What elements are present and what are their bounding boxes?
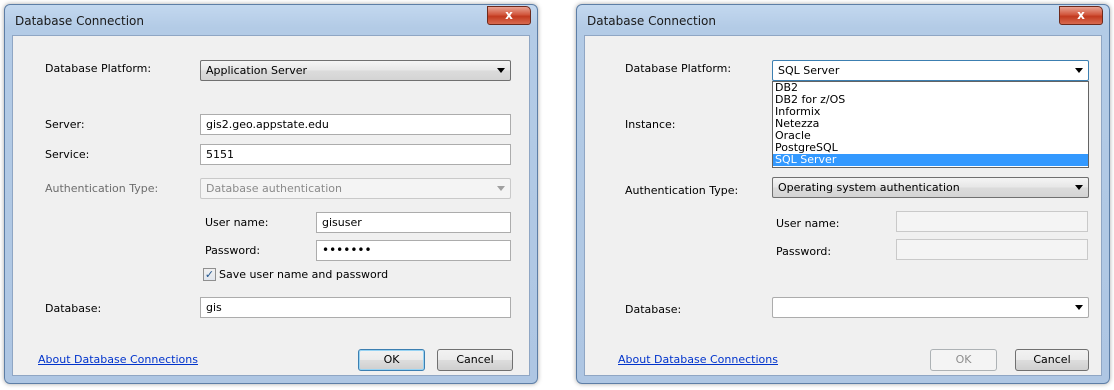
auth-type-select-value: Operating system authentication <box>778 181 960 194</box>
platform-option[interactable]: DB2 for z/OS <box>773 94 1088 106</box>
database-select[interactable] <box>772 297 1089 318</box>
chevron-down-icon <box>497 186 505 191</box>
right-close-button[interactable]: x <box>1059 6 1103 25</box>
username-label: User name: <box>205 216 269 229</box>
save-credentials-checkbox[interactable]: ✓ <box>203 268 216 281</box>
platform-select[interactable]: SQL Server <box>772 60 1089 81</box>
right-dialog-client: Database Platform: SQL Server Instance: … <box>584 35 1102 376</box>
username-label: User name: <box>776 217 840 230</box>
database-label: Database: <box>45 302 102 315</box>
left-close-button[interactable]: x <box>487 6 531 25</box>
username-input[interactable] <box>896 211 1088 232</box>
left-dialog-client: Database Platform: Application Server Se… <box>12 35 530 376</box>
platform-dropdown-list: DB2 DB2 for z/OS Informix Netezza Oracle Post… <box>772 81 1089 168</box>
chevron-down-icon <box>1075 185 1083 190</box>
platform-select[interactable]: Application Server <box>200 60 511 81</box>
platform-select-value: Application Server <box>206 64 308 77</box>
about-connections-link[interactable]: About Database Connections <box>38 353 198 366</box>
auth-type-label: Authentication Type: <box>45 182 159 195</box>
chevron-down-icon <box>1075 305 1083 310</box>
server-label: Server: <box>45 118 85 131</box>
close-icon: x <box>1077 8 1085 22</box>
username-input[interactable]: gisuser <box>316 212 511 233</box>
left-dialog-title: Database Connection <box>15 14 144 28</box>
auth-type-select-value: Database authentication <box>206 182 342 195</box>
auth-type-label: Authentication Type: <box>625 184 739 197</box>
check-icon: ✓ <box>204 268 215 281</box>
ok-button[interactable]: OK <box>930 349 997 371</box>
chevron-down-icon <box>1075 68 1083 73</box>
auth-type-select[interactable]: Operating system authentication <box>772 177 1089 198</box>
database-label: Database: <box>625 303 682 316</box>
platform-option[interactable]: Informix <box>773 106 1088 118</box>
instance-label: Instance: <box>625 118 676 131</box>
password-input[interactable]: ••••••• <box>316 240 511 261</box>
platform-label: Database Platform: <box>625 62 732 75</box>
database-input[interactable]: gis <box>200 297 511 318</box>
password-label: Password: <box>776 245 832 258</box>
server-input[interactable]: gis2.geo.appstate.edu <box>200 114 511 135</box>
ok-button[interactable]: OK <box>358 349 425 371</box>
password-label: Password: <box>205 244 261 257</box>
close-icon: x <box>505 8 513 22</box>
platform-label: Database Platform: <box>45 62 152 75</box>
right-dialog-window: Database Connection x Database Platform:… <box>576 4 1110 384</box>
about-connections-link[interactable]: About Database Connections <box>618 353 778 366</box>
platform-select-value: SQL Server <box>778 64 840 77</box>
right-dialog-title: Database Connection <box>587 14 716 28</box>
platform-option[interactable]: SQL Server <box>773 154 1088 166</box>
right-dialog-titlebar[interactable]: Database Connection x <box>577 5 1109 35</box>
left-dialog-window: Database Connection x Database Platform:… <box>4 4 538 384</box>
cancel-button[interactable]: Cancel <box>1015 349 1089 371</box>
service-label: Service: <box>45 148 90 161</box>
platform-option[interactable]: Netezza <box>773 118 1088 130</box>
cancel-button[interactable]: Cancel <box>437 349 513 371</box>
chevron-down-icon <box>497 68 505 73</box>
save-credentials-label: Save user name and password <box>219 268 389 281</box>
service-input[interactable]: 5151 <box>200 144 511 165</box>
auth-type-select[interactable]: Database authentication <box>200 178 511 199</box>
password-input[interactable] <box>896 239 1088 260</box>
left-dialog-titlebar[interactable]: Database Connection x <box>5 5 537 35</box>
